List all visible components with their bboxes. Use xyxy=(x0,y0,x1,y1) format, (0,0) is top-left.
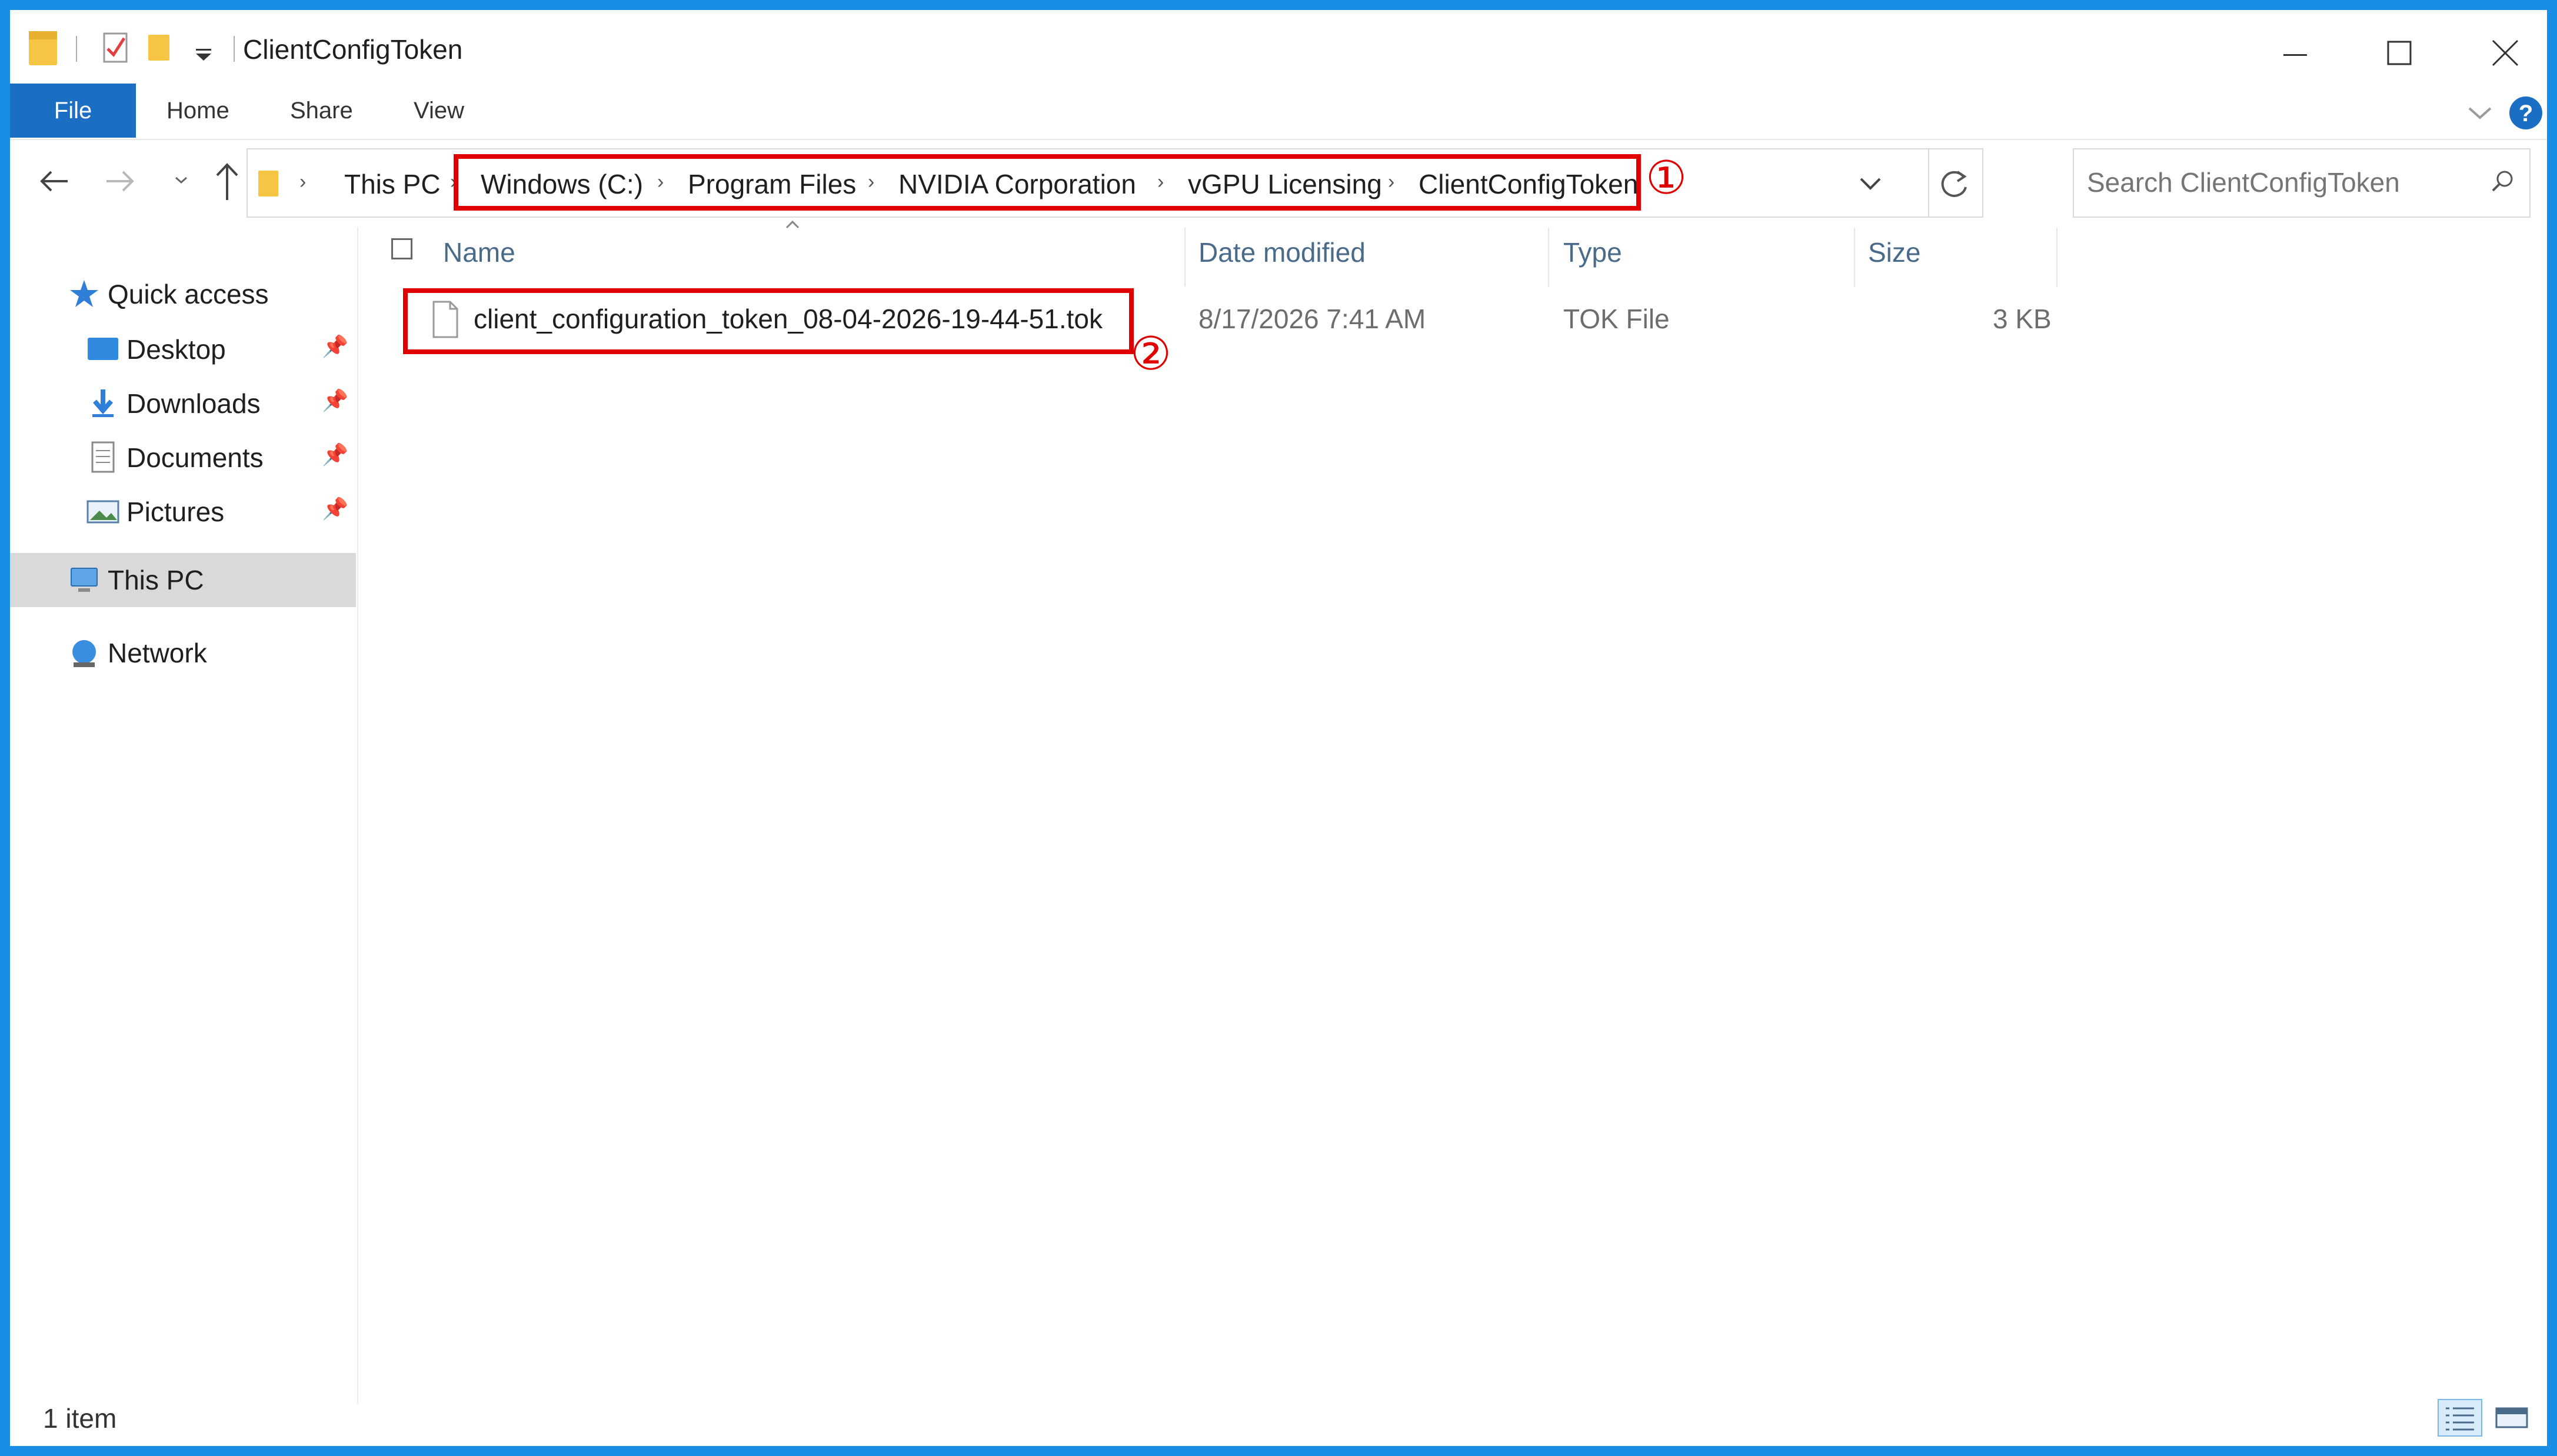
computer-icon xyxy=(68,564,101,597)
nav-pictures[interactable]: Pictures xyxy=(126,485,224,539)
search-box[interactable] xyxy=(2073,148,2531,218)
svg-text:?: ? xyxy=(2519,101,2533,126)
title-bar: ClientConfigToken xyxy=(10,10,2547,84)
search-icon[interactable] xyxy=(2486,166,2519,199)
navigation-row: › This PC › Windows (C:) › Program Files… xyxy=(10,139,2547,227)
breadcrumb-separator-icon: › xyxy=(299,171,307,193)
pin-icon[interactable]: 📌 xyxy=(322,497,348,521)
annotation-marker-2: ② xyxy=(1130,328,1171,381)
toolbar-divider xyxy=(234,36,235,62)
column-divider[interactable] xyxy=(1184,228,1186,286)
folder-icon xyxy=(256,166,285,199)
nav-this-pc[interactable]: This PC xyxy=(108,553,204,607)
documents-icon xyxy=(86,441,119,474)
pin-icon[interactable]: 📌 xyxy=(322,442,348,467)
file-size: 3 KB xyxy=(1993,304,2052,334)
column-header-date-modified[interactable]: Date modified xyxy=(1198,236,1366,268)
highlight-box-address-path xyxy=(454,154,1641,211)
download-arrow-icon xyxy=(86,387,119,420)
status-bar: 1 item xyxy=(10,1390,2547,1446)
tab-view[interactable]: View xyxy=(414,84,464,138)
expand-ribbon-chevron-icon[interactable] xyxy=(2462,95,2498,131)
file-type: TOK File xyxy=(1563,304,1670,334)
breadcrumb-this-pc[interactable]: This PC xyxy=(344,168,441,200)
nav-downloads[interactable]: Downloads xyxy=(126,377,261,431)
recent-locations-chevron-icon[interactable] xyxy=(167,165,196,194)
help-icon[interactable]: ? xyxy=(2508,95,2543,131)
folder-icon xyxy=(26,26,62,68)
navigation-pane: Quick access Desktop 📌 Downloads 📌 Docum… xyxy=(10,227,358,1404)
window-title: ClientConfigToken xyxy=(243,34,463,65)
highlight-box-token-file xyxy=(403,288,1134,354)
search-input[interactable] xyxy=(2086,162,2476,202)
address-bar[interactable]: › This PC › Windows (C:) › Program Files… xyxy=(247,148,1983,218)
address-history-dropdown-icon[interactable] xyxy=(1853,166,1888,201)
properties-icon[interactable] xyxy=(98,26,134,68)
toolbar-divider xyxy=(76,36,77,62)
tab-file[interactable]: File xyxy=(10,84,136,138)
pin-icon[interactable]: 📌 xyxy=(322,334,348,359)
star-icon xyxy=(68,278,101,311)
details-view-button[interactable] xyxy=(2438,1399,2482,1437)
forward-arrow-icon[interactable] xyxy=(98,160,141,202)
refresh-icon[interactable] xyxy=(1934,164,1975,205)
customize-toolbar-dropdown-icon[interactable] xyxy=(187,26,222,68)
column-header-size[interactable]: Size xyxy=(1868,236,1920,268)
up-arrow-icon[interactable] xyxy=(207,159,248,204)
column-divider[interactable] xyxy=(1854,228,1855,286)
select-all-checkbox[interactable] xyxy=(391,238,412,259)
back-arrow-icon[interactable] xyxy=(34,160,76,202)
column-divider[interactable] xyxy=(2056,228,2057,286)
minimize-button[interactable] xyxy=(2260,23,2330,88)
new-folder-icon[interactable] xyxy=(142,26,178,68)
column-divider[interactable] xyxy=(1548,228,1549,286)
nav-network[interactable]: Network xyxy=(108,626,207,680)
column-header-type[interactable]: Type xyxy=(1563,236,1622,268)
pictures-icon xyxy=(86,495,119,528)
close-button[interactable] xyxy=(2469,23,2540,88)
column-header-name[interactable]: Name xyxy=(443,236,515,268)
large-icons-view-button[interactable] xyxy=(2489,1399,2534,1437)
nav-desktop[interactable]: Desktop xyxy=(126,322,226,377)
maximize-button[interactable] xyxy=(2365,23,2435,88)
file-explorer-window: ClientConfigToken File Home Share View ? xyxy=(10,10,2547,1446)
network-icon xyxy=(68,637,101,669)
tab-share[interactable]: Share xyxy=(290,84,353,138)
desktop-icon xyxy=(86,333,119,366)
address-divider xyxy=(1928,149,1929,216)
ribbon-tabs: File Home Share View ? xyxy=(10,84,2547,140)
tab-home[interactable]: Home xyxy=(167,84,229,138)
item-count: 1 item xyxy=(43,1403,117,1434)
nav-documents[interactable]: Documents xyxy=(126,431,264,485)
nav-quick-access[interactable]: Quick access xyxy=(108,267,269,321)
sort-ascending-icon xyxy=(781,217,804,231)
file-date-modified: 8/17/2026 7:41 AM xyxy=(1198,304,1426,334)
pin-icon[interactable]: 📌 xyxy=(322,388,348,413)
annotation-marker-1: ① xyxy=(1646,152,1687,205)
